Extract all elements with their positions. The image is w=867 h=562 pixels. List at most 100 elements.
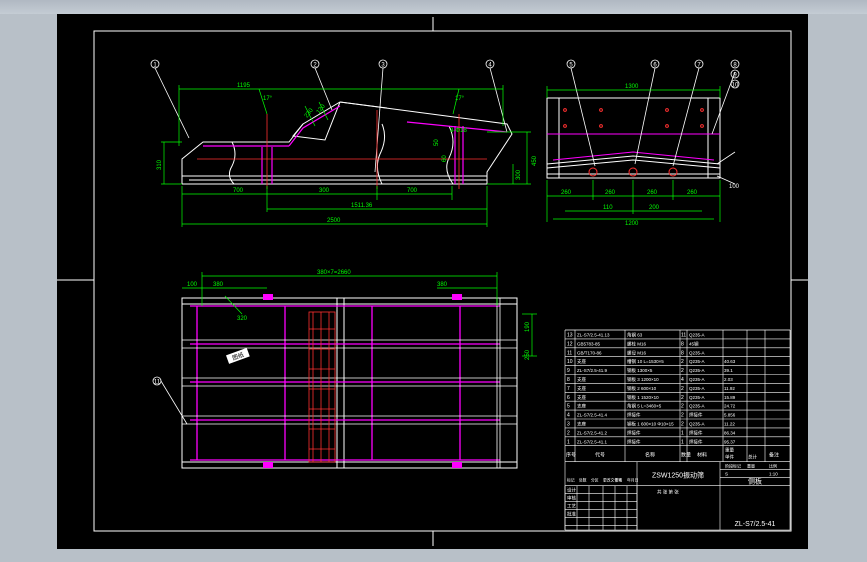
title-block: ZSW1250振动筛侧板 ZL-S7/2.5-41 阶段标记 重量 比例 S 1:10 共 张…	[564, 461, 791, 531]
parts-row-code: GB5783-85	[577, 341, 601, 346]
dim-height-right: 450	[532, 155, 538, 166]
parts-row-code: 支座	[577, 394, 586, 401]
header-remark: 备注	[769, 452, 779, 459]
parts-row-no: 12	[567, 341, 573, 347]
parts-row-code: ZL-S7/2.5-41.1	[577, 439, 608, 444]
parts-row-no: 1	[567, 439, 570, 445]
header-material: 材料	[697, 452, 707, 459]
parts-row-no: 13	[567, 333, 573, 339]
front-balloons: 1 2 3 4	[150, 59, 495, 69]
plan-dim-380r: 380	[437, 282, 448, 288]
parts-row-no: 4	[567, 413, 570, 419]
dim-300: 300	[319, 188, 330, 194]
drawing-number: ZL-S7/2.5-41	[735, 521, 776, 528]
plan-dim-overall: 380×7=2660	[317, 270, 351, 276]
parts-row-material: 45钢	[689, 340, 699, 347]
header-name: 名称	[645, 452, 655, 459]
side-label-end: 100	[729, 184, 740, 190]
parts-row-qty: 1	[681, 430, 684, 436]
parts-row-name: 螺母 M16	[627, 349, 647, 356]
parts-row-material: Q235-A	[689, 395, 705, 400]
parts-row-qty: 8	[681, 341, 684, 347]
parts-row-code: 支座	[577, 421, 586, 428]
parts-row-qty: 1	[681, 439, 684, 445]
dim-small-b: 50	[434, 139, 440, 146]
header-code: 代号	[595, 452, 605, 459]
dim-chute-b: 120	[316, 103, 327, 115]
front-dims: 1195 17° 17° 230 120 310 450 300 8-Φ18 5…	[157, 83, 538, 224]
plan-dims: 380×7=2660 100 380 320 380 190 250	[187, 270, 531, 360]
parts-row-qty: 2	[681, 404, 684, 410]
sheet-label: 共 张 第 张	[657, 489, 679, 496]
plan-note: 图纸	[226, 347, 250, 364]
parts-row-qty: 8	[681, 350, 684, 356]
parts-row-name: 钢板 3 1200×10	[627, 376, 659, 383]
plan-dim-380: 380	[213, 282, 224, 288]
parts-row-no: 3	[567, 422, 570, 428]
side-dim-top: 1300	[625, 84, 639, 90]
header-qty: 数量	[681, 452, 691, 459]
role-2: 工艺	[567, 504, 576, 509]
header-total: 总计	[748, 454, 757, 461]
parts-row-material: Q235-A	[689, 359, 705, 364]
trim-marks	[57, 17, 808, 546]
dim-700b: 700	[407, 188, 418, 194]
weight-label: 重量	[747, 463, 755, 469]
scale-value: 1:10	[769, 472, 778, 477]
parts-row-no: 11	[567, 350, 572, 356]
parts-row-qty: 2	[681, 386, 684, 392]
parts-row-name: 钢板 2 600×10	[627, 385, 657, 392]
stage-value: S	[725, 472, 728, 477]
side-dim-260d: 260	[687, 190, 698, 196]
plan-view: 380×7=2660 100 380 320 380 190 250 11 图纸	[152, 270, 537, 469]
drawing-canvas[interactable]: 1 2 3 4 1195 17° 17° 230 120 310 450 300…	[57, 14, 808, 549]
mark-2: 分区	[591, 478, 599, 483]
parts-row-qty: 4	[681, 377, 684, 383]
parts-row-material: Q235-A	[689, 404, 705, 409]
scale-label: 比例	[769, 463, 777, 469]
parts-row-qty: 2	[681, 359, 684, 365]
plan-dim-100: 100	[187, 282, 198, 288]
parts-row-code: ZL-S7/2.5-41.13	[577, 333, 610, 338]
parts-row-no: 2	[567, 430, 570, 436]
parts-row-name: 钢板 1 1520×10	[627, 394, 659, 401]
parts-row-no: 6	[567, 395, 570, 401]
dim-1511: 1511.36	[351, 203, 373, 209]
parts-row-name: 焊接件	[627, 412, 641, 419]
front-view: 1 2 3 4 1195 17° 17° 230 120 310 450 300…	[150, 59, 538, 227]
stage-label: 阶段标记	[725, 463, 741, 469]
parts-row-code: ZL-S7/2.5-41.2	[577, 430, 608, 435]
dim-height-mid: 300	[516, 169, 522, 180]
side-dims: 1300 260 260 260 260 110 200 1200	[561, 84, 698, 227]
parts-row-material: 焊接件	[689, 412, 703, 419]
header-no: 序号	[566, 452, 576, 459]
role-0: 设计	[567, 487, 576, 494]
dim-angle-left: 17°	[263, 96, 273, 102]
dim-small-a: 8-Φ18	[450, 128, 467, 134]
header-unit: 单件	[725, 454, 734, 461]
dim-top-length: 1195	[237, 83, 251, 89]
parts-row-weight: 5.856	[724, 413, 736, 418]
role-3: 批准	[567, 511, 576, 518]
parts-row-weight: 24.72	[724, 404, 736, 409]
parts-row-name: 焊接件	[627, 429, 641, 436]
parts-row-code: 支座	[577, 385, 586, 392]
parts-row-weight: 95.37	[724, 439, 736, 444]
drawing-svg: 1 2 3 4 1195 17° 17° 230 120 310 450 300…	[57, 17, 808, 546]
dim-2500: 2500	[327, 218, 341, 224]
parts-row-code: GB/T170-86	[577, 350, 602, 355]
mark-1: 处数	[579, 478, 587, 483]
balloon-10-label: 10	[732, 83, 739, 89]
plan-dim-320: 320	[237, 316, 248, 322]
dim-height-left: 310	[157, 159, 163, 170]
parts-row-material: Q235-A	[689, 350, 705, 355]
parts-row-name: 钢板 1300×5	[627, 367, 653, 374]
parts-row-no: 9	[567, 368, 570, 374]
parts-row-qty: 11	[681, 333, 686, 339]
mark-5: 年月日	[627, 478, 639, 483]
cad-viewport: 1 2 3 4 1195 17° 17° 230 120 310 450 300…	[0, 0, 867, 562]
parts-row-weight: 39.1	[724, 368, 733, 373]
side-dim-260a: 260	[561, 190, 572, 196]
parts-row-no: 7	[567, 386, 570, 392]
parts-row-code: 支座	[577, 403, 586, 410]
